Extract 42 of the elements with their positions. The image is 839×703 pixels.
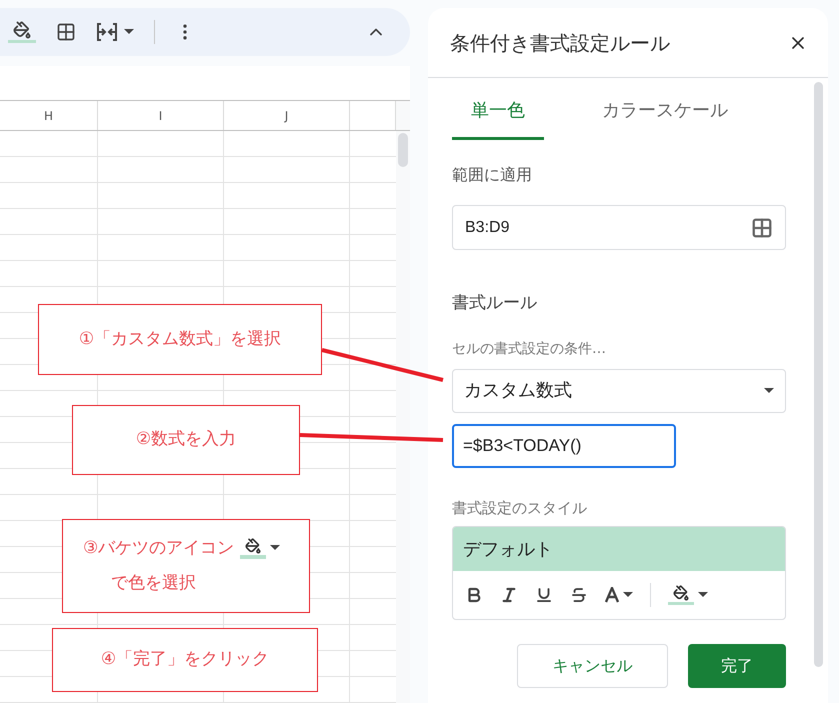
fill-color-button[interactable] (668, 585, 708, 605)
paint-bucket-icon (668, 585, 694, 605)
condition-dropdown[interactable]: カスタム数式 (452, 368, 786, 412)
cancel-button[interactable]: キャンセル (517, 644, 668, 688)
tab[interactable]: 単一色 (452, 84, 544, 140)
dropdown-caret-icon (270, 545, 280, 552)
strikethrough-icon[interactable] (570, 586, 588, 604)
letter-a-icon (605, 587, 619, 603)
annotation-text: ①「カスタム数式」を選択 (78, 328, 282, 351)
dropdown-caret-icon (623, 592, 633, 598)
field-label: 書式設定のスタイル (452, 498, 588, 518)
dropdown-caret-icon (124, 29, 134, 35)
range-field[interactable]: B3:D9 (452, 205, 786, 250)
text-color-button[interactable] (605, 587, 633, 603)
underline-icon[interactable] (535, 586, 553, 604)
style-preview: デフォルト (453, 527, 785, 571)
column-header[interactable]: J (224, 101, 350, 130)
scrollbar-thumb[interactable] (398, 133, 408, 167)
annotation-text: ④「完了」をクリック (100, 648, 270, 672)
borders-icon[interactable] (56, 22, 76, 42)
merge-cells-icon (96, 22, 118, 42)
merge-cells-button[interactable] (96, 22, 134, 42)
dropdown-caret-icon (698, 592, 708, 598)
fill-color-button[interactable] (8, 21, 36, 43)
column-header[interactable]: I (98, 101, 224, 130)
annotation-text: ②数式を入力 (136, 428, 236, 452)
annotation-text: ③バケツのアイコン (83, 536, 234, 560)
column-header[interactable]: H (0, 101, 98, 130)
field-label: セルの書式設定の条件… (452, 340, 607, 358)
done-button[interactable]: 完了 (688, 644, 786, 688)
annotation-text: で色を選択 (111, 572, 196, 595)
formula-input[interactable]: =$B3<TODAY() (452, 424, 676, 468)
italic-icon[interactable] (500, 586, 518, 604)
dropdown-caret-icon (764, 388, 774, 394)
section-label: 範囲に適用 (452, 164, 533, 186)
range-value: B3:D9 (465, 218, 510, 238)
scrollbar-thumb[interactable] (814, 82, 823, 667)
tab[interactable]: カラースケール (544, 84, 786, 140)
section-heading: 書式ルール (452, 292, 538, 315)
panel-title: 条件付き書式設定ルール (450, 30, 670, 56)
fill-color-icon (240, 538, 266, 559)
select-range-icon[interactable] (751, 216, 773, 238)
